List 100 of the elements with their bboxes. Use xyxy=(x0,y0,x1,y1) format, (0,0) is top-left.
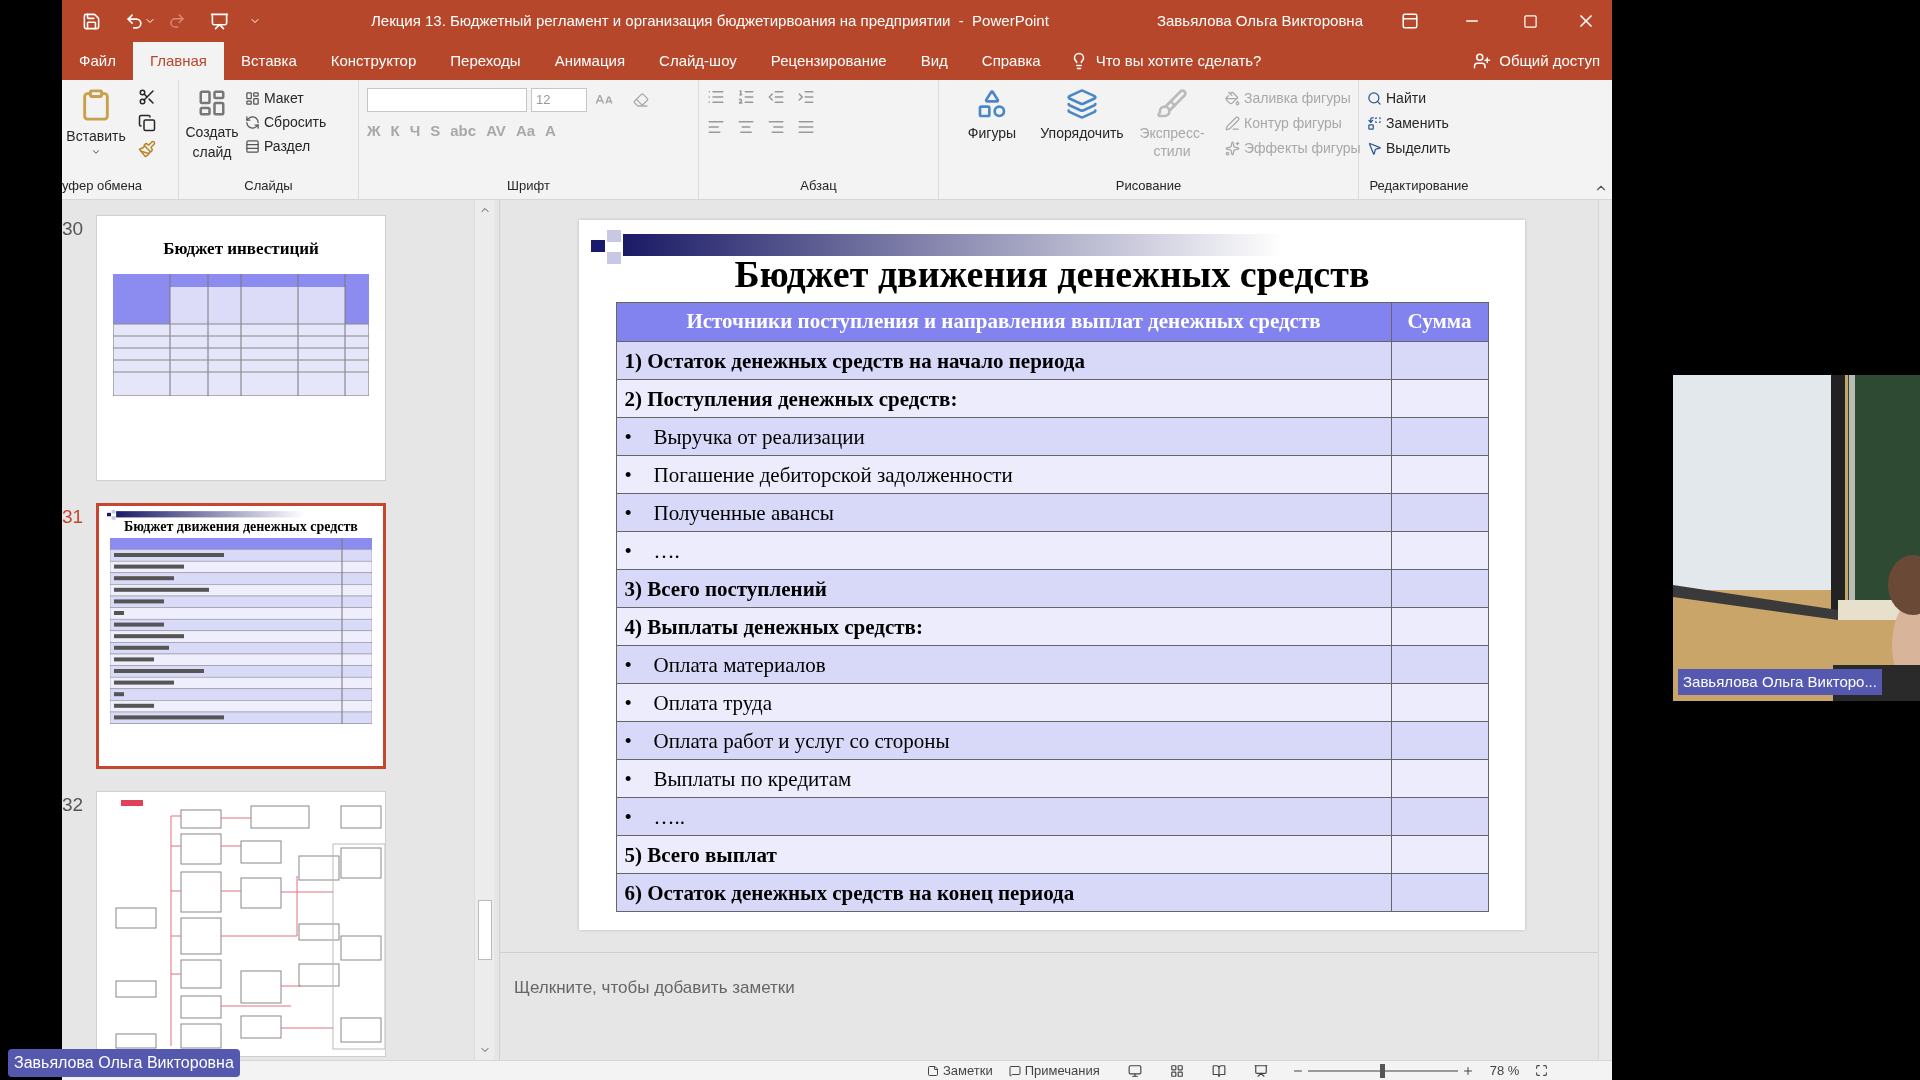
ribbon-button[interactable]: Фигуры xyxy=(947,80,1037,176)
note-icon xyxy=(927,1064,939,1077)
ribbon-tab[interactable]: Конструктор xyxy=(313,42,434,80)
table-cell: • Оплата работ и услуг со стороны xyxy=(616,721,1391,760)
save-icon[interactable] xyxy=(82,11,101,31)
ribbon-tab[interactable]: Вид xyxy=(903,42,965,80)
reset-icon xyxy=(245,114,260,130)
maximize-icon[interactable] xyxy=(1523,13,1538,29)
speaker-name-tag: Завьялова Ольга Викторовна xyxy=(8,1049,240,1077)
new-slide-button[interactable]: Создать слайд xyxy=(179,80,245,176)
ribbon-button[interactable]: Найти xyxy=(1367,88,1471,108)
slider-thumb[interactable] xyxy=(1380,1063,1386,1078)
clear-formatting-icon[interactable] xyxy=(633,92,649,108)
thumbnail-title: Бюджет инвестиций xyxy=(163,238,319,260)
indent-icon[interactable] xyxy=(767,88,785,106)
pen-icon xyxy=(1225,115,1240,131)
ribbon-tab[interactable]: Файл xyxy=(62,42,133,80)
table-cell: 3) Всего поступлений xyxy=(616,569,1391,608)
comment-icon xyxy=(1008,1064,1021,1077)
column-header: Источники поступления и направления выплат денежных средств xyxy=(616,302,1391,342)
layers-icon xyxy=(1066,88,1098,120)
brush-icon xyxy=(1156,88,1188,120)
section-icon xyxy=(245,138,260,154)
ribbon-display-icon[interactable] xyxy=(1401,12,1419,30)
table-cell: • Выплаты по кредитам xyxy=(616,759,1391,798)
ribbon-button[interactable]: Макет xyxy=(245,88,327,108)
table-cell: 4) Выплаты денежных средств: xyxy=(616,607,1391,646)
table-cell: 2) Поступления денежных средств: xyxy=(616,379,1391,418)
scrollbar-thumb[interactable] xyxy=(477,900,492,960)
slideshow-view-icon[interactable] xyxy=(1253,1063,1268,1078)
ribbon-button[interactable]: Упорядочить xyxy=(1037,80,1127,176)
ribbon-button[interactable]: Заменить xyxy=(1367,113,1471,133)
ribbon-tab[interactable]: Вставка xyxy=(224,42,314,80)
ribbon-tab[interactable]: Рецензирование xyxy=(753,42,904,80)
group-label: уфер обмена xyxy=(62,176,144,195)
table-cell: • …. xyxy=(616,531,1391,570)
participant-name: Завьялова Ольга Викторо... xyxy=(1678,668,1882,695)
font-size-field[interactable]: 12 xyxy=(531,88,587,112)
copy-icon[interactable] xyxy=(138,114,156,132)
ribbon-button[interactable]: Раздел xyxy=(245,136,327,156)
font-name-field[interactable] xyxy=(367,88,527,112)
notes-field[interactable]: Щелкните, чтобы добавить заметки xyxy=(514,978,795,997)
reading-view-icon[interactable] xyxy=(1211,1063,1226,1078)
tell-me-field[interactable]: Что вы хотите сделать? xyxy=(1095,49,1262,73)
column-header: Сумма xyxy=(1391,302,1488,342)
group-label: Абзац xyxy=(799,176,838,195)
pointer-icon xyxy=(1367,140,1382,156)
align-center-icon[interactable] xyxy=(737,118,755,136)
ribbon-tab[interactable]: Переходы xyxy=(433,42,538,80)
table-cell: • Погашение дебиторской задолженности xyxy=(616,455,1391,494)
indent-icon[interactable] xyxy=(797,88,815,106)
slide-thumbnail[interactable]: Бюджет движения денежных средств xyxy=(96,503,386,769)
normal-view-icon[interactable] xyxy=(1127,1063,1142,1078)
shapes-icon xyxy=(976,88,1008,120)
slide-number: 30 xyxy=(62,217,85,241)
format-painter-icon[interactable] xyxy=(138,140,156,158)
bullets-icon[interactable] xyxy=(707,88,725,106)
ribbon-tab[interactable]: Главная xyxy=(132,42,224,80)
group-label: Шрифт xyxy=(506,176,551,195)
share-button[interactable]: Общий доступ xyxy=(1473,42,1600,80)
slide-thumbnail[interactable]: Бюджет инвестиций xyxy=(96,215,386,481)
redo-icon[interactable] xyxy=(168,12,186,30)
ribbon-button[interactable]: Выделить xyxy=(1367,138,1471,158)
replace-icon xyxy=(1367,115,1382,131)
paint-bucket-icon xyxy=(1225,90,1240,106)
zoom-in-icon[interactable] xyxy=(1461,1064,1474,1077)
justify-icon[interactable] xyxy=(797,118,815,136)
group-label: Редактирование xyxy=(1368,176,1470,195)
numbering-icon[interactable] xyxy=(737,88,755,106)
undo-icon[interactable] xyxy=(125,11,144,31)
ribbon-tab[interactable]: Анимация xyxy=(537,42,643,80)
table-cell: • Оплата материалов xyxy=(616,645,1391,684)
table-cell: 5) Всего выплат xyxy=(616,835,1391,874)
ribbon-button[interactable]: Сбросить xyxy=(245,112,327,132)
table-cell: • Выручка от реализации xyxy=(616,417,1391,456)
zoom-level[interactable]: 78 % xyxy=(1489,1060,1520,1080)
comments-button[interactable]: Примечания xyxy=(1008,1060,1100,1080)
align-right-icon[interactable] xyxy=(767,118,785,136)
table-cell: 6) Остаток денежных средств на конец периода xyxy=(616,873,1391,912)
table-cell: • Оплата труда xyxy=(616,683,1391,722)
layout-icon xyxy=(245,90,260,106)
paste-button[interactable]: Вставить xyxy=(62,80,130,176)
person-plus-icon xyxy=(1473,52,1492,70)
sorter-view-icon[interactable] xyxy=(1169,1063,1184,1078)
slide-number: 31 xyxy=(62,505,85,529)
user-name[interactable]: Завьялова Ольга Викторовна xyxy=(1156,9,1363,33)
table-cell: 1) Остаток денежных средств на начало периода xyxy=(616,341,1391,380)
zoom-slider[interactable] xyxy=(1307,1063,1458,1078)
align-left-icon[interactable] xyxy=(707,118,725,136)
cut-icon[interactable] xyxy=(138,88,156,106)
slide-title: Бюджет движения денежных средств xyxy=(734,252,1370,296)
ribbon-tab[interactable]: Справка xyxy=(964,42,1058,80)
notes-button[interactable]: Заметки xyxy=(927,1060,993,1080)
table-cell: • Полученные авансы xyxy=(616,493,1391,532)
slide-number: 32 xyxy=(62,793,85,817)
ribbon-tab[interactable]: Слайд-шоу xyxy=(642,42,754,80)
fit-slide-icon[interactable] xyxy=(1535,1064,1549,1077)
slideshow-icon[interactable] xyxy=(210,11,229,31)
thumbnail-title: Бюджет движения денежных средств xyxy=(124,520,358,534)
group-label: Слайды xyxy=(243,176,294,195)
